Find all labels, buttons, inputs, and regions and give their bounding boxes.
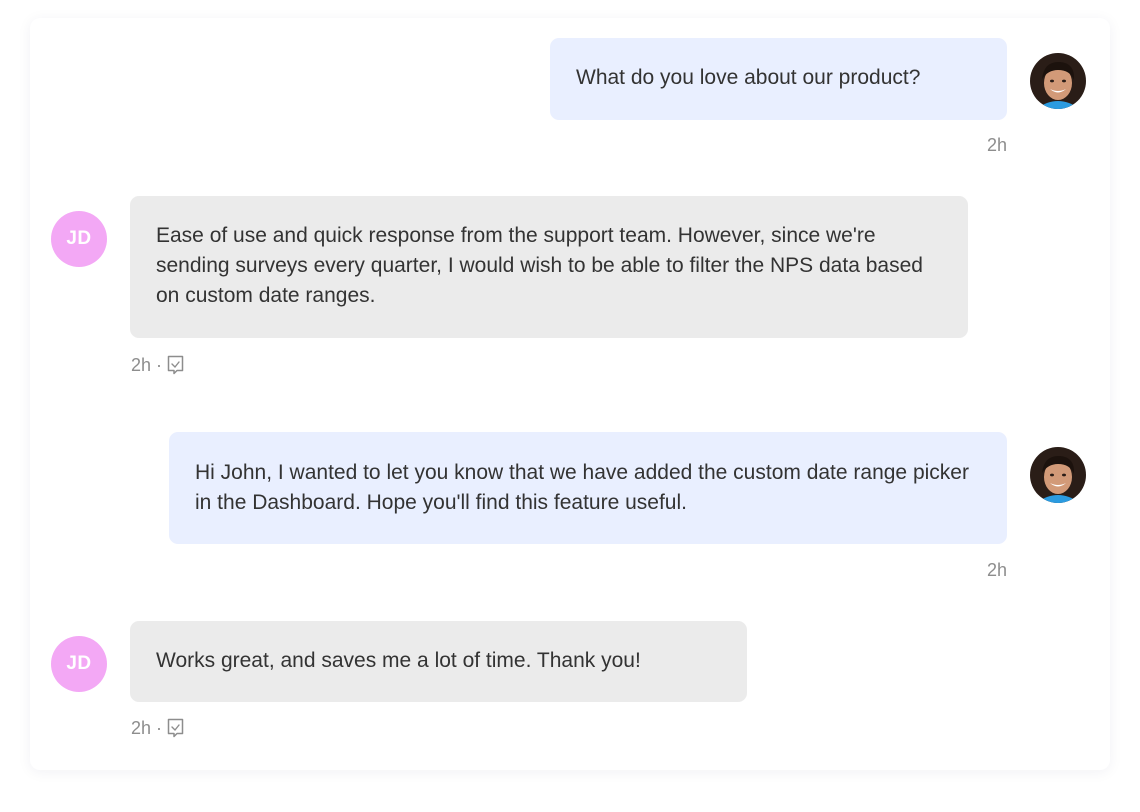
agent-avatar[interactable] [1030, 447, 1086, 503]
agent-photo-icon [1030, 447, 1086, 503]
message-time: 2h [986, 560, 1007, 580]
meta-separator: · [156, 355, 163, 375]
message-time: 2h [131, 355, 152, 375]
message-bubble-outgoing: What do you love about our product? [550, 38, 1007, 120]
message-time: 2h [986, 135, 1007, 155]
message-bubble-incoming: Ease of use and quick response from the … [130, 196, 968, 338]
meta-separator: · [156, 718, 163, 738]
customer-avatar[interactable]: JD [51, 211, 107, 267]
message-meta: 2h · [131, 354, 185, 376]
customer-avatar[interactable]: JD [51, 636, 107, 692]
message-time: 2h [131, 718, 152, 738]
message-bubble-outgoing: Hi John, I wanted to let you know that w… [169, 432, 1007, 544]
survey-response-icon[interactable] [166, 355, 185, 375]
message-bubble-incoming: Works great, and saves me a lot of time.… [130, 621, 747, 702]
survey-response-icon[interactable] [166, 718, 185, 738]
agent-photo-icon [1030, 53, 1086, 109]
message-meta: 2h · [131, 717, 185, 739]
agent-avatar[interactable] [1030, 53, 1086, 109]
